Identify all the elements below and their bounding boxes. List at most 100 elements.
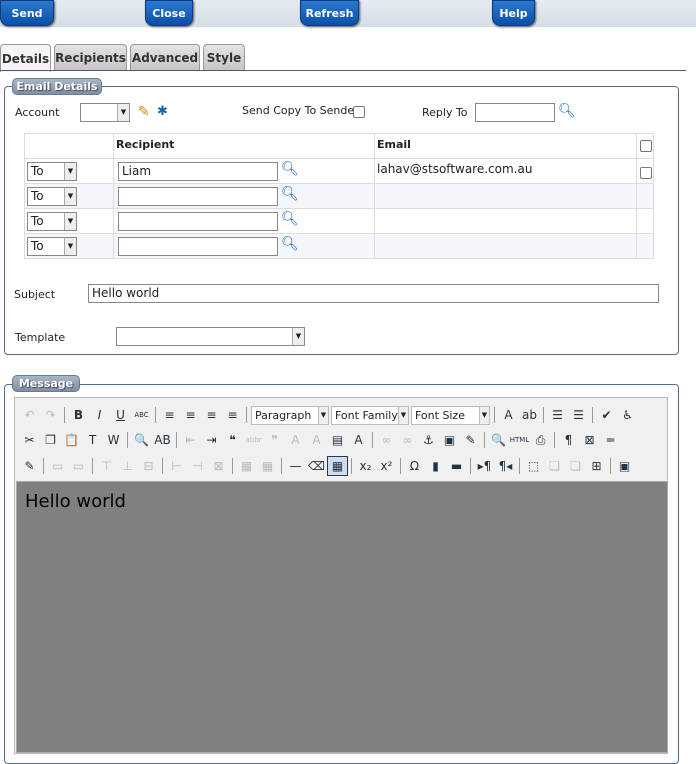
table-icon[interactable]: ▦	[327, 456, 348, 476]
link-icon[interactable]: ∞	[376, 430, 397, 450]
align-left-icon[interactable]: ≡	[159, 405, 180, 425]
redo-icon[interactable]: ↷	[40, 405, 61, 425]
close-button[interactable]: Close	[145, 0, 193, 26]
align-justify-icon[interactable]: ≡	[222, 405, 243, 425]
send-button[interactable]: Send	[0, 0, 54, 26]
select-all-checkbox[interactable]	[640, 140, 652, 152]
tab-recipients[interactable]: Recipients	[54, 44, 127, 71]
editor-content[interactable]: Hello world	[16, 481, 668, 753]
help-button[interactable]: Help	[492, 0, 535, 26]
edit-account-icon[interactable]: ✎	[138, 104, 150, 120]
align-right-icon[interactable]: ≡	[201, 405, 222, 425]
recipient-type-select[interactable]: To ▼	[27, 162, 77, 181]
send-copy-checkbox[interactable]	[353, 106, 365, 118]
anchor-icon[interactable]: ⚓	[418, 430, 439, 450]
font-family-select[interactable]: Font Family ▼	[331, 405, 409, 425]
refresh-button[interactable]: Refresh	[300, 0, 359, 26]
insert-col-before-icon[interactable]: ⊢	[166, 456, 187, 476]
recipient-type-select[interactable]: To ▼	[27, 212, 77, 231]
image-icon[interactable]: ▣	[439, 430, 460, 450]
quote-icon[interactable]: ❞	[264, 430, 285, 450]
cell-props-icon[interactable]: ▭	[68, 456, 89, 476]
split-cells-icon[interactable]: ▦	[236, 456, 257, 476]
cleanup-icon[interactable]: ✎	[460, 430, 481, 450]
show-blocks-icon[interactable]: ¶	[558, 430, 579, 450]
hr-icon[interactable]: —	[285, 456, 306, 476]
account-select[interactable]: ▼	[80, 103, 130, 122]
search-icon[interactable]: 🔍︎	[558, 103, 576, 119]
paste-word-icon[interactable]: W	[103, 430, 124, 450]
find-icon[interactable]: 🔍	[131, 430, 152, 450]
advanced-hr-icon[interactable]: ▬	[446, 456, 467, 476]
subscript-icon[interactable]: x₂	[355, 456, 376, 476]
reply-to-input[interactable]	[475, 103, 555, 122]
search-icon[interactable]: 🔍︎	[281, 186, 299, 202]
visual-aid-icon[interactable]: ⬚	[523, 456, 544, 476]
undo-icon[interactable]: ↶	[19, 405, 40, 425]
tab-details[interactable]: Details	[0, 44, 51, 72]
bold-icon[interactable]: B	[68, 405, 89, 425]
unlink-icon[interactable]: ∞	[397, 430, 418, 450]
format-select[interactable]: Paragraph ▼	[251, 405, 329, 425]
underline-icon[interactable]: U	[110, 405, 131, 425]
merge-cells-icon[interactable]: ▦	[257, 456, 278, 476]
template-select[interactable]: ▼	[116, 327, 305, 346]
search-icon[interactable]: 🔍︎	[281, 211, 299, 227]
copy-icon[interactable]: ❐	[40, 430, 61, 450]
fullscreen-icon[interactable]: ▣	[614, 456, 635, 476]
abbr-icon[interactable]: abbr	[243, 430, 264, 450]
preview-icon[interactable]: 🔍	[488, 430, 509, 450]
italic-icon[interactable]: I	[89, 405, 110, 425]
superscript-icon[interactable]: x²	[376, 456, 397, 476]
numbered-list-icon[interactable]: ☰	[568, 405, 589, 425]
accessibility-icon[interactable]: ♿	[617, 405, 638, 425]
search-icon[interactable]: 🔍︎	[281, 236, 299, 252]
recipient-type-select[interactable]: To ▼	[27, 187, 77, 206]
tab-advanced[interactable]: Advanced	[130, 44, 200, 71]
special-char-icon[interactable]: Ω	[404, 456, 425, 476]
cut-icon[interactable]: ✂	[19, 430, 40, 450]
print-icon[interactable]: ⎙	[530, 430, 551, 450]
blockquote-icon[interactable]: ❝	[222, 430, 243, 450]
recipient-input[interactable]: Liam	[118, 162, 278, 181]
search-icon[interactable]: 🔍︎	[281, 161, 299, 177]
attributes-icon[interactable]: ▤	[327, 430, 348, 450]
recipient-type-select[interactable]: To ▼	[27, 237, 77, 256]
page-break-icon[interactable]: ═	[600, 430, 621, 450]
tab-style[interactable]: Style	[203, 44, 245, 71]
strikethrough-icon[interactable]: ABC	[131, 405, 152, 425]
align-center-icon[interactable]: ≡	[180, 405, 201, 425]
styles-icon[interactable]: A	[348, 430, 369, 450]
paste-icon[interactable]: 📋	[61, 430, 82, 450]
nonbreaking-icon[interactable]: ⊠	[579, 430, 600, 450]
font-size-select[interactable]: Font Size ▼	[411, 405, 490, 425]
indent-icon[interactable]: ⇥	[201, 430, 222, 450]
recipient-input[interactable]	[118, 237, 278, 256]
new-account-icon[interactable]: ✱	[157, 104, 168, 119]
delete-col-icon[interactable]: ⊠	[208, 456, 229, 476]
replace-icon[interactable]: AB	[152, 430, 173, 450]
paste-text-icon[interactable]: T	[82, 430, 103, 450]
recipient-input[interactable]	[118, 212, 278, 231]
insert-col-after-icon[interactable]: ⊣	[187, 456, 208, 476]
subject-input[interactable]: Hello world	[88, 284, 659, 303]
ltr-icon[interactable]: ▸¶	[474, 456, 495, 476]
spellcheck-icon[interactable]: ✔	[596, 405, 617, 425]
insert-layer-icon[interactable]: ⊞	[586, 456, 607, 476]
insert-row-after-icon[interactable]: ⊥	[117, 456, 138, 476]
layer-front-icon[interactable]: ❏	[565, 456, 586, 476]
layer-back-icon[interactable]: ❏	[544, 456, 565, 476]
outdent-icon[interactable]: ⇤	[180, 430, 201, 450]
bullet-list-icon[interactable]: ☰	[547, 405, 568, 425]
eraser-icon[interactable]: ⌫	[306, 456, 327, 476]
html-icon[interactable]: HTML	[509, 430, 530, 450]
rtl-icon[interactable]: ¶◂	[495, 456, 516, 476]
ins-icon[interactable]: A	[306, 430, 327, 450]
row-props-icon[interactable]: ▭	[47, 456, 68, 476]
delete-row-icon[interactable]: ⊟	[138, 456, 159, 476]
del-icon[interactable]: A	[285, 430, 306, 450]
media-icon[interactable]: ▮	[425, 456, 446, 476]
row-checkbox[interactable]	[640, 167, 652, 179]
highlight-color-icon[interactable]: ab	[519, 405, 540, 425]
insert-row-before-icon[interactable]: ⊤	[96, 456, 117, 476]
